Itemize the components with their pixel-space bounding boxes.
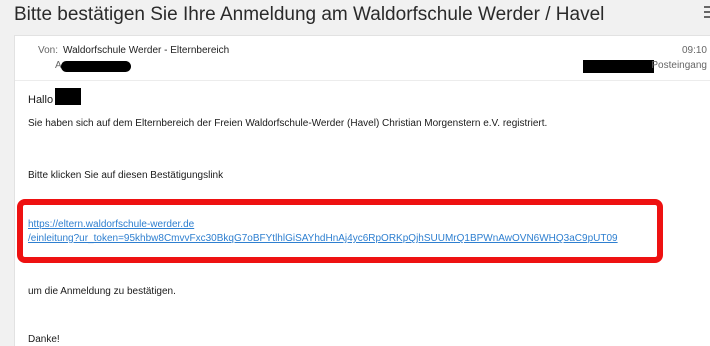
email-subject: Bitte bestätigen Sie Ihre Anmeldung am W… <box>14 4 605 25</box>
email-time: 09:10 <box>681 45 707 56</box>
instruction-text: Bitte klicken Sie auf diesen Bestätigung… <box>28 170 224 181</box>
registration-text: Sie haben sich auf dem Elternbereich der… <box>28 118 548 129</box>
link-highlight-box <box>17 199 663 263</box>
thanks-text: Danke! <box>28 334 60 345</box>
subject-bar: Bitte bestätigen Sie Ihre Anmeldung am W… <box>0 0 710 32</box>
redacted-recipient <box>61 61 131 72</box>
greeting: Hallo <box>28 94 54 106</box>
confirmation-link-part2[interactable]: /einleitung?ur_token=95khbw8CmvvFxc30Bkq… <box>28 233 618 244</box>
confirmation-link-part1[interactable]: https://eltern.waldorfschule-werder.de <box>28 219 194 230</box>
redacted-account <box>583 60 654 73</box>
menu-icon[interactable] <box>704 6 710 20</box>
confirm-text: um die Anmeldung zu bestätigen. <box>28 286 176 297</box>
folder-label[interactable]: Posteingang <box>651 60 707 71</box>
email-panel: Von: Waldorfschule Werder - Elternbereic… <box>14 35 710 346</box>
from-label: Von: <box>38 45 59 56</box>
redacted-name <box>55 88 81 105</box>
header-divider <box>15 80 710 81</box>
sender-name[interactable]: Waldorfschule Werder - Elternbereich <box>63 45 229 56</box>
